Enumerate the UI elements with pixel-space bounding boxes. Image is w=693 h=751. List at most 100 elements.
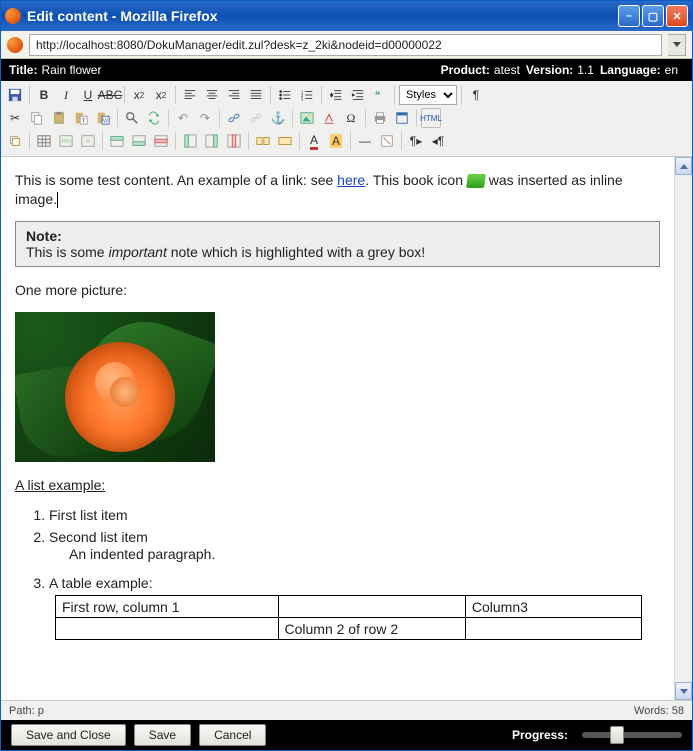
path-label: Path: [9,705,35,717]
split-cells-button[interactable] [253,131,273,151]
svg-text:❝: ❝ [375,90,381,102]
italic-button[interactable]: I [56,85,76,105]
table-row: Column 2 of row 2 [56,618,642,640]
align-justify-button[interactable] [246,85,266,105]
pilcrow-button[interactable]: ¶ [466,85,486,105]
align-left-button[interactable] [180,85,200,105]
ltr-button[interactable]: ¶▸ [406,131,426,151]
row-props-button[interactable] [56,131,76,151]
book-icon [466,174,486,188]
indent-button[interactable] [348,85,368,105]
image-button[interactable] [297,108,317,128]
editor-statusbar: Path: p Words: 58 [1,700,692,720]
paste-word-button[interactable]: W [93,108,113,128]
print-button[interactable] [370,108,390,128]
progress-slider[interactable] [582,732,682,738]
link-here[interactable]: here [337,172,365,188]
svg-text:3: 3 [301,96,304,101]
maximize-button[interactable]: ▢ [642,5,664,27]
version-value: 1.1 [577,63,594,77]
language-label: Language: [600,63,661,77]
toolbar-row-1: B I U ABC x2 x2 123 ❝ Styles [5,85,688,105]
bold-button[interactable]: B [34,85,54,105]
version-label: Version: [526,63,573,77]
find-button[interactable] [122,108,142,128]
merge-cells-button[interactable] [275,131,295,151]
backcolor-button[interactable]: A [326,131,346,151]
col-before-button[interactable] [180,131,200,151]
path-value[interactable]: p [38,705,44,717]
window-controls: – ▢ ✕ [618,5,688,27]
close-button[interactable]: ✕ [666,5,688,27]
paste-button[interactable] [49,108,69,128]
row-after-button[interactable] [129,131,149,151]
fullscreen-button[interactable] [392,108,412,128]
underline-button[interactable]: U [78,85,98,105]
save-icon[interactable] [5,85,25,105]
anchor-button[interactable]: ⚓ [268,108,288,128]
slider-thumb[interactable] [610,726,624,744]
undo-button[interactable]: ↶ [173,108,193,128]
paragraph-1: This is some test content. An example of… [15,171,660,209]
blockquote-button[interactable]: ❝ [370,85,390,105]
align-right-button[interactable] [224,85,244,105]
replace-button[interactable] [144,108,164,128]
scrollbar[interactable] [674,157,692,700]
example-table: First row, column 1 Column3 Column 2 of … [55,595,642,640]
col-delete-button[interactable] [224,131,244,151]
svg-text:W: W [103,118,108,124]
col-after-button[interactable] [202,131,222,151]
align-center-button[interactable] [202,85,222,105]
paste-text-button[interactable]: T [71,108,91,128]
superscript-button[interactable]: x2 [151,85,171,105]
scroll-up-button[interactable] [675,157,692,175]
url-field[interactable]: http://localhost:8080/DokuManager/edit.z… [29,34,662,56]
save-button[interactable]: Save [134,724,191,746]
address-bar: http://localhost:8080/DokuManager/edit.z… [1,31,692,59]
app-window: Edit content - Mozilla Firefox – ▢ ✕ htt… [0,0,693,751]
row-delete-button[interactable] [151,131,171,151]
hr-button[interactable]: — [355,131,375,151]
note-title: Note: [26,228,649,244]
styles-select[interactable]: Styles [399,85,457,105]
cancel-button[interactable]: Cancel [199,724,266,746]
toolbar-area: B I U ABC x2 x2 123 ❝ Styles [1,81,692,157]
copy-button[interactable] [27,108,47,128]
html-button[interactable]: HTML [421,108,441,128]
save-close-button[interactable]: Save and Close [11,724,126,746]
product-value: atest [494,63,520,77]
redo-button[interactable]: ↷ [195,108,215,128]
outdent-button[interactable] [326,85,346,105]
table-row: First row, column 1 Column3 [56,596,642,618]
note-box: Note: This is some important note which … [15,221,660,267]
row-before-button[interactable] [107,131,127,151]
subscript-button[interactable]: x2 [129,85,149,105]
charmap-button[interactable]: Ω [341,108,361,128]
layer-button[interactable] [5,131,25,151]
cell-props-button[interactable] [78,131,98,151]
removeformat-button[interactable] [377,131,397,151]
link-button[interactable] [224,108,244,128]
ordered-list: First list item Second list item An inde… [49,507,660,641]
editor-body[interactable]: This is some test content. An example of… [1,157,674,700]
cleanup-button[interactable] [319,108,339,128]
table-button[interactable] [34,131,54,151]
url-text: http://localhost:8080/DokuManager/edit.z… [36,35,442,55]
number-list-button[interactable]: 123 [297,85,317,105]
meta-strip: Title: Rain flower Product: atest Versio… [1,59,692,81]
page-icon [7,37,23,53]
unlink-button[interactable] [246,108,266,128]
title-label: Title: [9,63,37,77]
scroll-track[interactable] [675,175,692,682]
cut-button[interactable]: ✂ [5,108,25,128]
scroll-down-button[interactable] [675,682,692,700]
paragraph-2: One more picture: [15,281,660,300]
forecolor-button[interactable]: A [304,131,324,151]
rtl-button[interactable]: ◂¶ [428,131,448,151]
title-value: Rain flower [41,63,101,77]
url-dropdown[interactable] [668,34,686,56]
strike-button[interactable]: ABC [100,85,120,105]
toolbar-row-2: ✂ T W ↶ ↷ ⚓ Ω [5,108,688,128]
bullet-list-button[interactable] [275,85,295,105]
minimize-button[interactable]: – [618,5,640,27]
